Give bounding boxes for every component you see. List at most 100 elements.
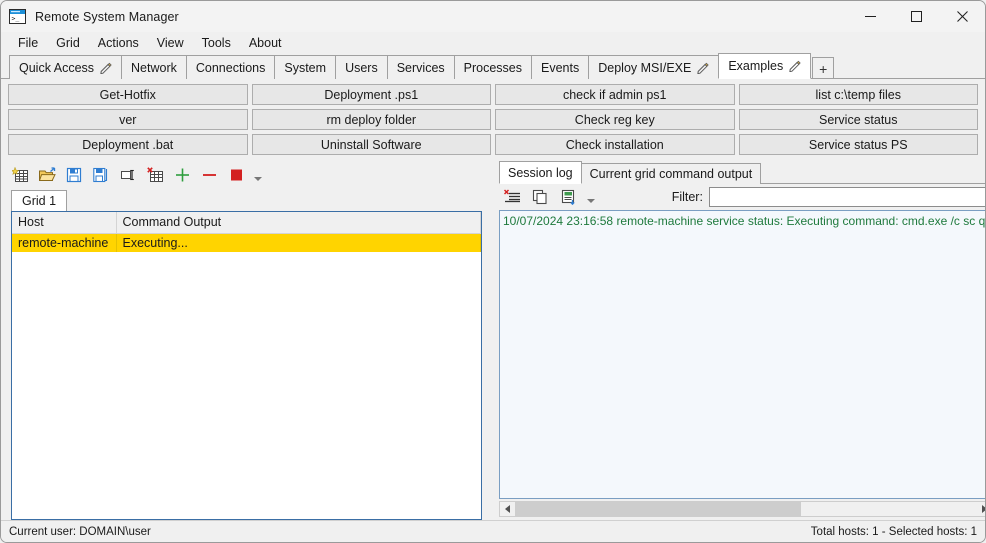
new-grid-icon[interactable] [11, 166, 29, 184]
grid-tab-strip: Grid 1 [1, 189, 490, 211]
command-button-get-hotfix[interactable]: Get-Hotfix [8, 84, 248, 105]
delete-grid-icon[interactable] [146, 166, 164, 184]
log-toolbar: Filter: [496, 184, 985, 210]
title-bar: >_ Remote System Manager [1, 1, 985, 32]
menu-bar: File Grid Actions View Tools About [1, 32, 985, 53]
grid-pane: Grid 1 Host Command Output remote-machin… [1, 161, 490, 520]
tab-system[interactable]: System [274, 55, 337, 79]
minimize-button[interactable] [847, 1, 893, 32]
host-grid[interactable]: Host Command Output remote-machine Execu… [11, 211, 482, 520]
tab-label: System [284, 60, 327, 75]
grid-tab-grid-1[interactable]: Grid 1 [11, 190, 68, 211]
scroll-left-icon[interactable] [500, 502, 515, 516]
command-button-ver[interactable]: ver [8, 109, 248, 130]
command-button-row: Get-Hotfix Deployment .ps1 check if admi… [8, 84, 978, 105]
tab-label: Connections [195, 60, 266, 75]
table-header-row: Host Command Output [12, 212, 481, 234]
command-button-row: Deployment .bat Uninstall Software Check… [8, 134, 978, 155]
tab-current-grid-command-output[interactable]: Current grid command output [580, 163, 762, 184]
command-button-service-status[interactable]: Service status [738, 109, 978, 130]
command-button-deployment-bat[interactable]: Deployment .bat [8, 134, 248, 155]
tab-label: Events [541, 60, 580, 75]
tab-processes[interactable]: Processes [453, 55, 533, 79]
rename-grid-icon[interactable] [119, 166, 137, 184]
clear-log-icon[interactable] [503, 188, 521, 206]
command-button-check-if-admin-ps1[interactable]: check if admin ps1 [495, 84, 735, 105]
window-title: Remote System Manager [35, 9, 179, 24]
tab-users[interactable]: Users [335, 55, 388, 79]
tab-events[interactable]: Events [531, 55, 590, 79]
menu-item-view[interactable]: View [149, 34, 192, 52]
window-controls [847, 1, 985, 32]
command-button-check-installation[interactable]: Check installation [495, 134, 735, 155]
save-log-icon[interactable] [559, 188, 577, 206]
edit-pencil-icon[interactable] [697, 62, 710, 74]
tab-session-log[interactable]: Session log [499, 161, 582, 184]
save-grid-icon[interactable] [65, 166, 83, 184]
grid-toolbar [1, 161, 490, 189]
log-tab-strip: Session log Current grid command output [496, 161, 985, 184]
tab-label: Users [345, 60, 378, 75]
command-button-list-temp-files[interactable]: list c:\temp files [738, 84, 978, 105]
menu-item-actions[interactable]: Actions [90, 34, 147, 52]
log-horizontal-scrollbar[interactable] [499, 501, 985, 517]
edit-pencil-icon[interactable] [789, 60, 801, 73]
command-button-service-status-ps[interactable]: Service status PS [738, 134, 978, 155]
copy-log-icon[interactable] [531, 188, 549, 206]
cell-command-output[interactable]: Executing... [116, 233, 481, 252]
svg-text:>_: >_ [12, 15, 20, 23]
command-button-rm-deploy-folder[interactable]: rm deploy folder [251, 109, 491, 130]
tab-network[interactable]: Network [121, 55, 187, 79]
scrollbar-track[interactable] [515, 502, 977, 516]
add-tab-button[interactable]: + [812, 57, 835, 79]
remove-host-icon[interactable] [200, 166, 218, 184]
scrollbar-thumb[interactable] [515, 502, 802, 516]
console-window-icon: >_ [9, 9, 26, 24]
close-button[interactable] [939, 1, 985, 32]
stop-command-icon[interactable] [227, 166, 245, 184]
maximize-button[interactable] [893, 1, 939, 32]
column-header-command-output[interactable]: Command Output [116, 212, 481, 234]
command-button-row: ver rm deploy folder Check reg key Servi… [8, 109, 978, 130]
command-button-check-reg-key[interactable]: Check reg key [495, 109, 735, 130]
tab-quick-access[interactable]: Quick Access [9, 55, 123, 79]
command-button-uninstall-software[interactable]: Uninstall Software [251, 134, 491, 155]
column-header-host[interactable]: Host [12, 212, 117, 234]
cell-host[interactable]: remote-machine [12, 233, 117, 252]
tab-label: Quick Access [19, 60, 95, 75]
add-host-icon[interactable] [173, 166, 191, 184]
menu-item-tools[interactable]: Tools [194, 34, 239, 52]
status-host-counts: Total hosts: 1 - Selected hosts: 1 [810, 525, 977, 538]
tab-services[interactable]: Services [386, 55, 455, 79]
tab-examples[interactable]: Examples [718, 53, 812, 79]
table-row[interactable]: remote-machine Executing... [12, 233, 481, 252]
edit-pencil-icon[interactable] [100, 62, 112, 74]
toolbar-overflow-icon[interactable] [252, 167, 264, 183]
menu-item-about[interactable]: About [241, 34, 290, 52]
tab-label: Services [396, 60, 445, 75]
host-grid-header: Host Command Output [12, 212, 481, 234]
menu-item-grid[interactable]: Grid [48, 34, 88, 52]
tab-label: Examples [728, 59, 784, 73]
save-grid-as-icon[interactable] [92, 166, 110, 184]
log-entry: 10/07/2024 23:16:58 remote-machine servi… [503, 214, 986, 228]
open-grid-icon[interactable] [38, 166, 56, 184]
log-filter-group: Filter: [671, 187, 985, 207]
menu-item-file[interactable]: File [10, 34, 46, 52]
tab-label: Network [131, 60, 177, 75]
tab-label: Deploy MSI/EXE [598, 60, 692, 75]
log-toolbar-overflow-icon[interactable] [585, 189, 597, 205]
command-button-panel: Get-Hotfix Deployment .ps1 check if admi… [1, 79, 985, 161]
host-grid-table: Host Command Output remote-machine Execu… [12, 212, 481, 252]
application-window: >_ Remote System Manager File Grid Actio… [0, 0, 986, 543]
command-button-deployment-ps1[interactable]: Deployment .ps1 [251, 84, 491, 105]
filter-label: Filter: [671, 190, 703, 204]
status-bar: Current user: DOMAIN\user Total hosts: 1… [1, 520, 985, 542]
tab-connections[interactable]: Connections [185, 55, 276, 79]
tab-deploy-msi-exe[interactable]: Deploy MSI/EXE [588, 55, 720, 79]
filter-input[interactable] [708, 187, 985, 207]
host-grid-body: remote-machine Executing... [12, 233, 481, 252]
status-current-user: Current user: DOMAIN\user [9, 525, 151, 538]
scroll-right-icon[interactable] [976, 502, 985, 516]
session-log-output[interactable]: 10/07/2024 23:16:58 remote-machine servi… [499, 210, 986, 499]
